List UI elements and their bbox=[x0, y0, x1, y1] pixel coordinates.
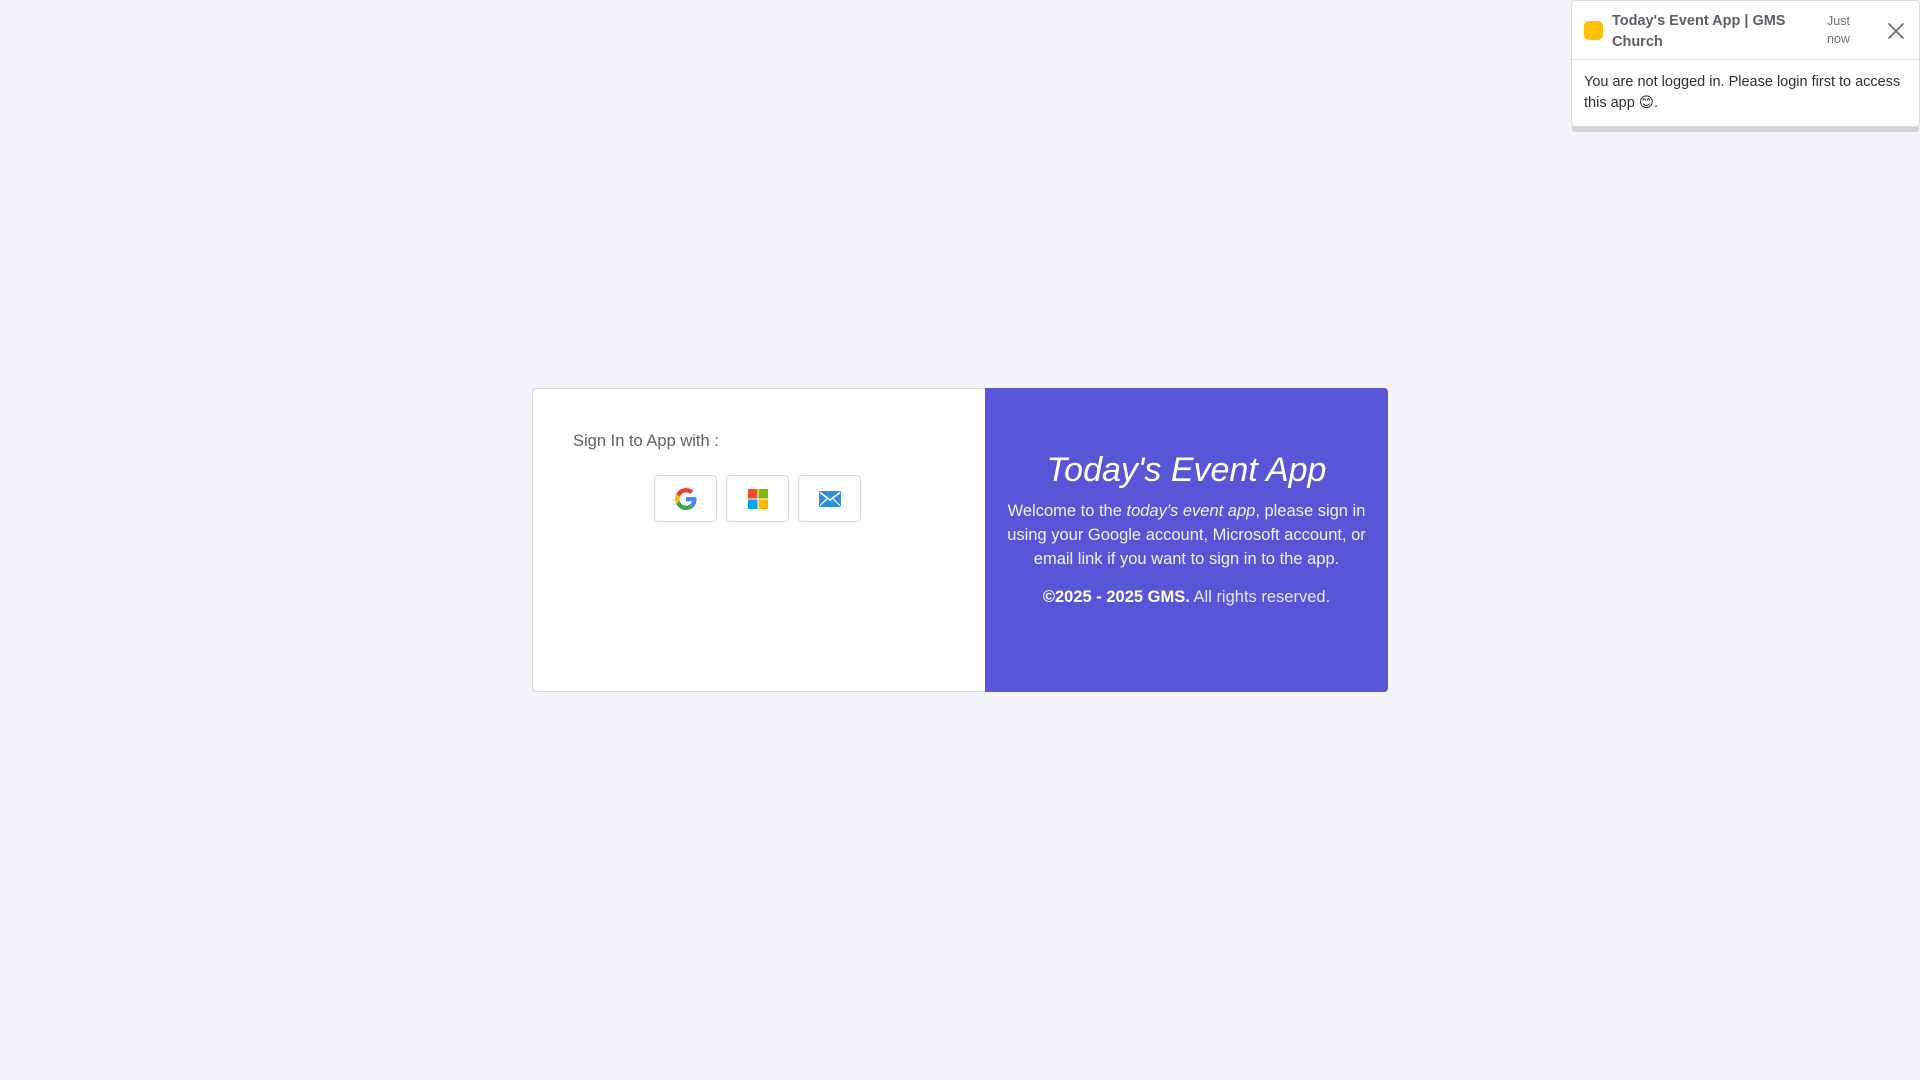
smile-emoji-icon: 😊 bbox=[1638, 95, 1654, 111]
welcome-prefix: Welcome to the bbox=[1007, 502, 1127, 520]
toast-close-button[interactable] bbox=[1885, 20, 1907, 42]
close-icon[interactable] bbox=[1887, 22, 1905, 40]
app-title: Today's Event App bbox=[1046, 451, 1327, 489]
toast-message: You are not logged in. Please login firs… bbox=[1572, 60, 1919, 126]
copyright-rest: All rights reserved. bbox=[1189, 588, 1331, 606]
welcome-app-name: today's event app bbox=[1126, 502, 1256, 520]
provider-buttons bbox=[654, 475, 945, 522]
google-icon bbox=[674, 487, 697, 510]
copyright-bold: ©2025 - 2025 GMS. bbox=[1042, 588, 1190, 606]
toast-header: Today's Event App | GMS Church Just now bbox=[1572, 1, 1919, 60]
login-required-toast: Today's Event App | GMS Church Just now … bbox=[1571, 0, 1920, 127]
email-signin-button[interactable] bbox=[798, 475, 861, 522]
signin-card: Sign In to App with : Today's Event App … bbox=[532, 388, 1388, 692]
toast-message-end: . bbox=[1653, 95, 1658, 111]
toast-message-text: You are not logged in. Please login firs… bbox=[1584, 74, 1901, 111]
toast-title: Today's Event App | GMS Church bbox=[1612, 13, 1786, 50]
app-info-panel: Today's Event App Welcome to the today's… bbox=[985, 388, 1388, 692]
toast-timestamp: Just now bbox=[1827, 14, 1850, 46]
welcome-text: Welcome to the today's event app, please… bbox=[1000, 499, 1374, 571]
signin-panel: Sign In to App with : bbox=[532, 388, 985, 692]
email-icon bbox=[818, 490, 841, 507]
toast-status-indicator bbox=[1584, 21, 1603, 40]
microsoft-signin-button[interactable] bbox=[726, 475, 789, 522]
copyright: ©2025 - 2025 GMS. All rights reserved. bbox=[999, 588, 1374, 607]
microsoft-icon bbox=[747, 488, 768, 509]
google-signin-button[interactable] bbox=[654, 475, 717, 522]
signin-label: Sign In to App with : bbox=[573, 432, 719, 450]
